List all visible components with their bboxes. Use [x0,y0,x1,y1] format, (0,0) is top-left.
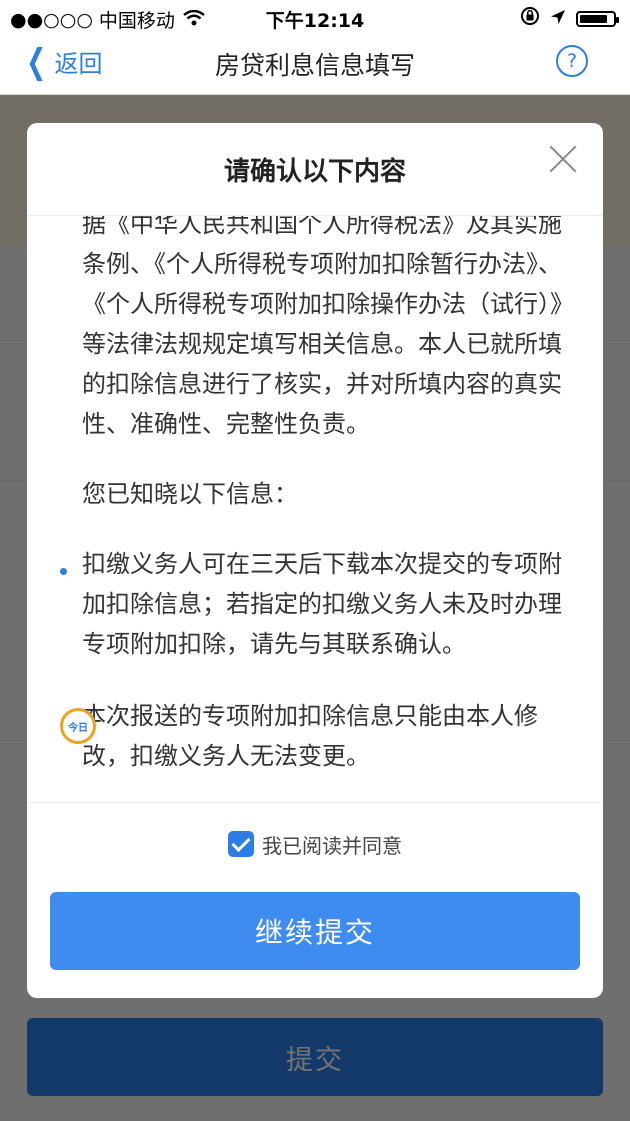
dialog-title: 请确认以下内容 [223,157,406,187]
legal-statement: 据《中华人民共和国个人所得税法》及其实施条例、《个人所得税专项附加扣除暂行办法》… [82,216,562,438]
location-arrow-icon [550,8,566,30]
navigation-bar: ❮ 返回 房贷利息信息填写 ? [0,36,630,95]
continue-submit-button[interactable]: 继续提交 [50,892,580,970]
close-icon[interactable] [547,143,579,175]
help-icon[interactable]: ? [556,45,588,77]
confirm-dialog: 请确认以下内容 据《中华人民共和国个人所得税法》及其实施条例、《个人所得税专项附… [27,123,603,998]
rotation-lock-icon [520,6,540,31]
battery-icon [576,10,619,27]
status-bar: ●●○○○ 中国移动 下午12:14 [0,0,630,36]
agree-row: 我已阅读并同意 [27,829,603,859]
page-title: 房贷利息信息填写 [214,51,415,80]
dialog-divider [27,802,603,803]
battery-level [580,14,607,23]
agree-checkbox[interactable] [228,831,254,857]
dialog-header: 请确认以下内容 [27,123,603,216]
notice-item: 扣缴义务人可在三天后下载本次提交的专项附加扣除信息；若指定的扣缴义务人未及时办理… [82,550,562,658]
watermark-text: 今日 [68,722,88,734]
watermark-logo-icon: 今日 [60,708,96,744]
agree-label[interactable]: 我已阅读并同意 [262,830,402,859]
notice-item: 本次报送的专项附加扣除信息只能由本人修改，扣缴义务人无法变更。 [82,702,538,770]
notice-heading: 您已知晓以下信息： [82,480,298,508]
status-right [520,6,619,31]
dialog-body[interactable]: 据《中华人民共和国个人所得税法》及其实施条例、《个人所得税专项附加扣除暂行办法》… [27,216,603,801]
bullet-dot-icon [60,568,67,575]
